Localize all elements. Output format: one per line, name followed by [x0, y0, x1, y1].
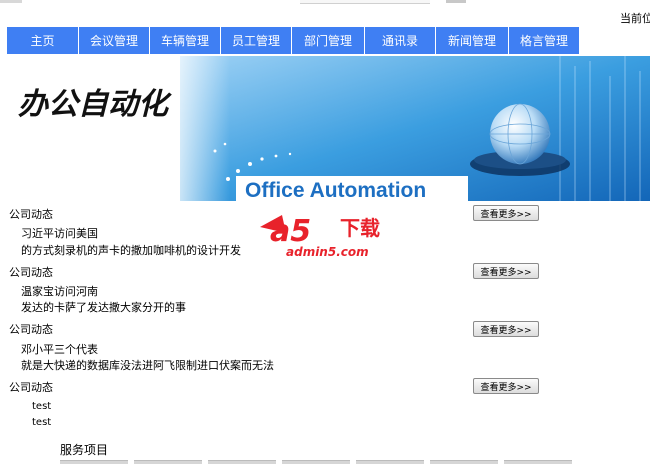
banner-calligraphy: 办公自动化 — [18, 87, 172, 122]
news-section-title: 公司动态 — [9, 323, 53, 336]
nav-item-meetings[interactable]: 会议管理 — [78, 27, 149, 54]
top-strip-fragment — [300, 0, 430, 4]
view-more-button[interactable]: 查看更多>> — [473, 263, 539, 279]
services-tab[interactable] — [282, 460, 350, 464]
nav-item-contacts[interactable]: 通讯录 — [364, 27, 435, 54]
news-item[interactable]: 的方式刻录机的声卡的撒加咖啡机的设计开发 — [21, 242, 241, 258]
services-tab[interactable] — [208, 460, 276, 464]
services-tab[interactable] — [430, 460, 498, 464]
news-section-title: 公司动态 — [9, 266, 53, 279]
news-item[interactable]: 邓小平三个代表 — [21, 341, 98, 357]
news-item[interactable]: 习近平访问美国 — [21, 225, 98, 241]
nav-item-news[interactable]: 新闻管理 — [435, 27, 508, 54]
nav-item-departments[interactable]: 部门管理 — [291, 27, 364, 54]
top-strip-fragment — [0, 0, 22, 3]
news-item[interactable]: 就是大快递的数据库没法进阿飞限制进口伏案而无法 — [21, 357, 274, 373]
watermark-brand: 下载 — [340, 216, 380, 240]
watermark-logo: a5 下载 admin5.com — [260, 214, 380, 259]
nav-item-employees[interactable]: 员工管理 — [220, 27, 291, 54]
nav-item-home[interactable]: 主页 — [7, 27, 78, 54]
view-more-button[interactable]: 查看更多>> — [473, 378, 539, 394]
view-more-button[interactable]: 查看更多>> — [473, 321, 539, 337]
news-item[interactable]: 温家宝访问河南 — [21, 283, 98, 299]
services-tabs — [60, 460, 572, 464]
main-nav: 主页 会议管理 车辆管理 员工管理 部门管理 通讯录 新闻管理 格言管理 — [7, 27, 579, 54]
banner-image: 办公自动化 Office Automation — [0, 56, 650, 201]
banner-subtitle: Office Automation — [245, 179, 426, 201]
watermark-logo-text: a5 — [270, 214, 311, 249]
watermark-domain: admin5.com — [286, 245, 369, 259]
services-tab[interactable] — [504, 460, 572, 464]
news-item[interactable]: 发达的卡萨了发达撒大家分开的事 — [21, 299, 186, 315]
news-item[interactable]: test — [32, 417, 51, 428]
view-more-button[interactable]: 查看更多>> — [473, 205, 539, 221]
nav-item-mottos[interactable]: 格言管理 — [508, 27, 579, 54]
location-label: 当前位 — [620, 12, 650, 25]
news-item[interactable]: test — [32, 401, 51, 412]
banner: 办公自动化 Office Automation — [0, 56, 650, 201]
services-tab[interactable] — [356, 460, 424, 464]
services-tab[interactable] — [134, 460, 202, 464]
news-section-title: 公司动态 — [9, 208, 53, 221]
services-title: 服务项目 — [60, 443, 109, 457]
top-strip-fragment — [446, 0, 466, 3]
services-tab[interactable] — [60, 460, 128, 464]
nav-item-vehicles[interactable]: 车辆管理 — [149, 27, 220, 54]
news-section-title: 公司动态 — [9, 381, 53, 394]
